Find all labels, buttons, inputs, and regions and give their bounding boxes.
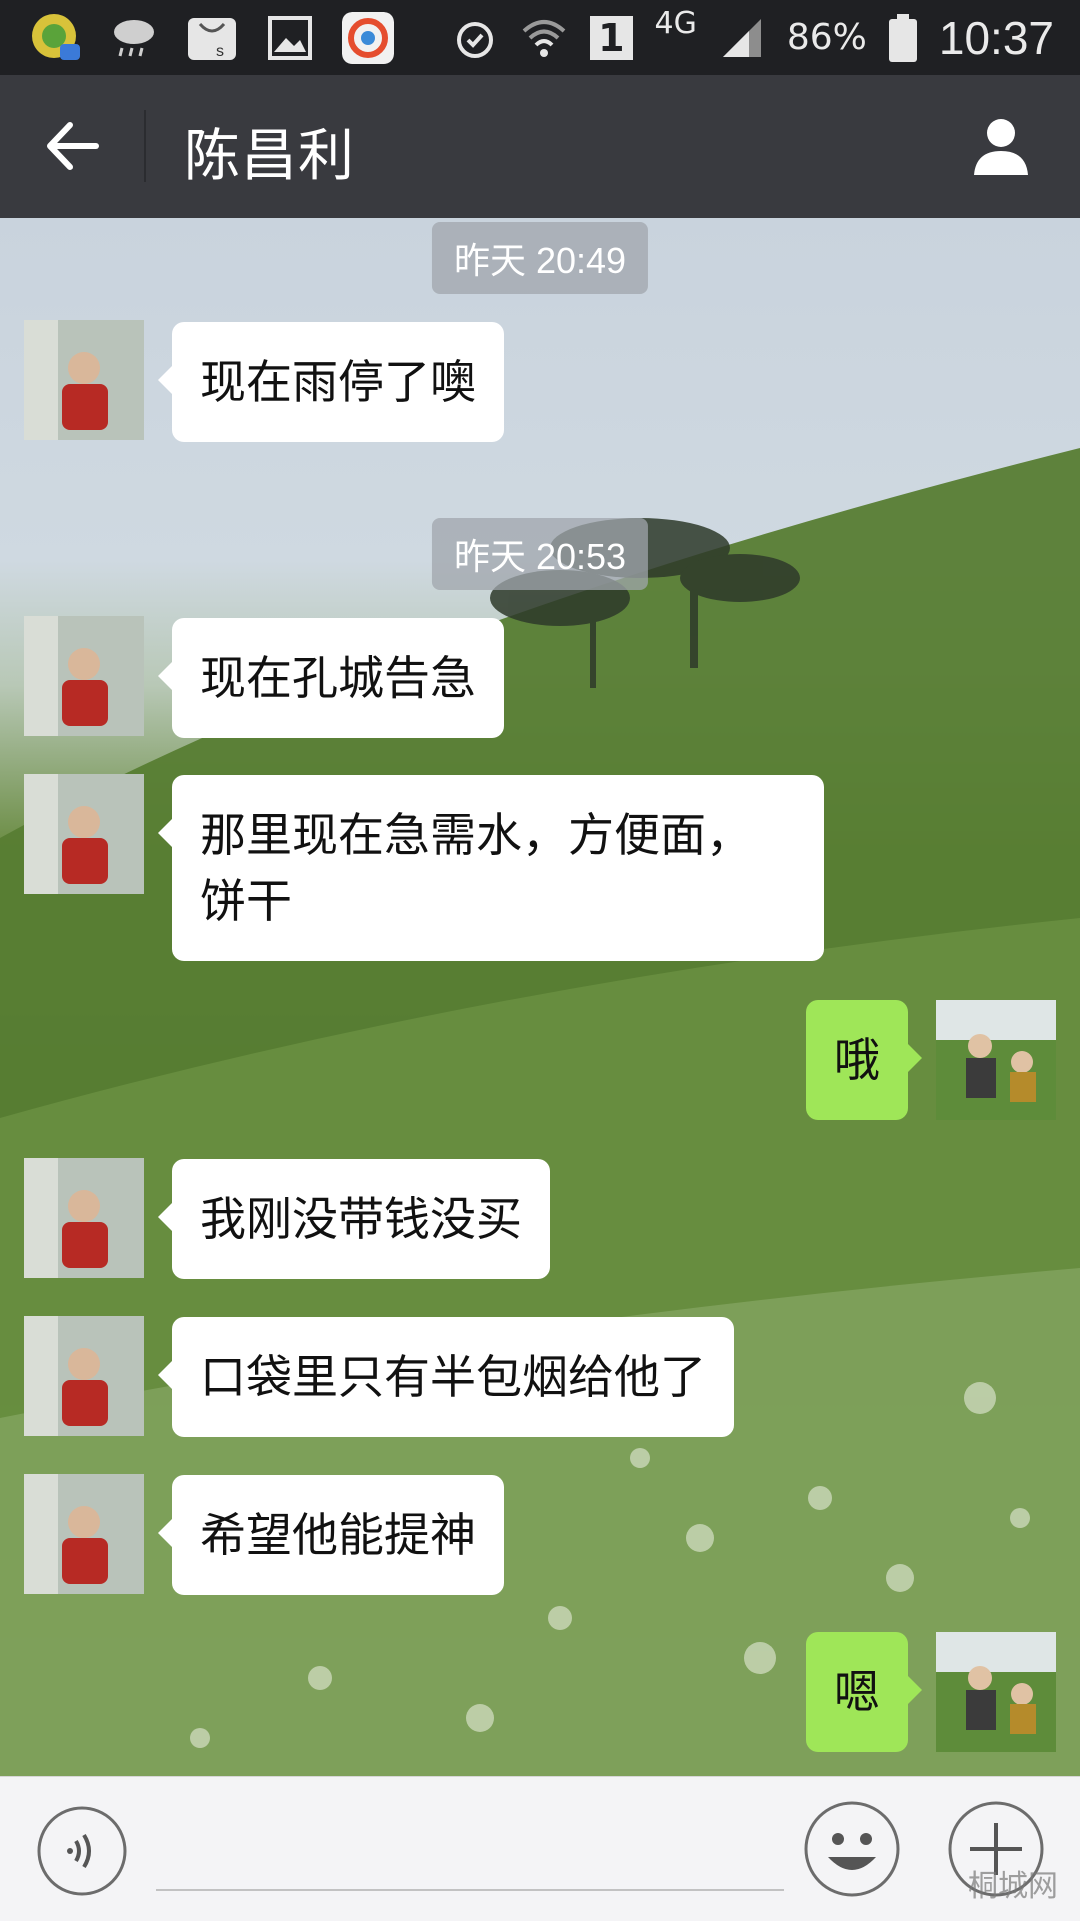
- message-bubble-incoming[interactable]: 那里现在急需水，方便面，饼干: [158, 775, 824, 961]
- chat-message-list[interactable]: 昨天 20:49 现在雨停了噢 昨天 20:53 现在孔城告急 那里现在急需水，…: [0, 218, 1080, 1776]
- timestamp-divider: 昨天 20:53: [431, 518, 649, 590]
- timestamp-divider: 昨天 20:49: [431, 222, 649, 294]
- battery-percent: 86%: [786, 17, 867, 58]
- contact-avatar[interactable]: [24, 320, 144, 440]
- battery-icon: [888, 13, 917, 62]
- chat-header: 陈昌利: [0, 75, 1080, 218]
- clock: 10:37: [938, 11, 1054, 64]
- contact-avatar[interactable]: [24, 1316, 144, 1436]
- message-bubble-incoming[interactable]: 希望他能提神: [158, 1475, 504, 1595]
- contact-avatar[interactable]: [24, 1474, 144, 1594]
- status-bar: s 1 4G 86% 10:37: [0, 0, 1080, 75]
- contact-avatar[interactable]: [24, 774, 144, 894]
- my-avatar[interactable]: [936, 1632, 1056, 1752]
- header-divider: [144, 110, 146, 182]
- contact-name: 陈昌利: [184, 124, 355, 189]
- contact-avatar[interactable]: [24, 1158, 144, 1278]
- site-watermark: 桐城网: [968, 1869, 1058, 1904]
- sim-slot-label: 1: [590, 15, 633, 60]
- input-bar: 桐城网: [0, 1776, 1080, 1921]
- message-bubble-outgoing[interactable]: 哦: [806, 1000, 922, 1120]
- message-input[interactable]: [156, 1807, 784, 1891]
- message-bubble-outgoing[interactable]: 嗯: [806, 1632, 922, 1752]
- voice-input-icon[interactable]: [36, 1805, 128, 1897]
- gallery-icon: [268, 16, 312, 60]
- notification-icons: s: [30, 10, 394, 66]
- browser-app-icon: [342, 12, 394, 64]
- rain-weather-icon: [114, 20, 154, 57]
- back-arrow-icon[interactable]: [40, 113, 106, 179]
- alarm-icon: [457, 21, 494, 58]
- wifi-icon: [522, 19, 566, 57]
- message-bubble-incoming[interactable]: 我刚没带钱没买: [158, 1159, 550, 1279]
- message-bubble-incoming[interactable]: 口袋里只有半包烟给他了: [158, 1317, 734, 1437]
- shopping-bag-icon: s: [188, 18, 236, 60]
- my-avatar[interactable]: [936, 1000, 1056, 1120]
- network-type: 4G: [654, 6, 697, 41]
- app-notification-icon: [32, 14, 80, 60]
- contact-profile-icon[interactable]: [968, 113, 1034, 179]
- message-bubble-incoming[interactable]: 现在孔城告急: [158, 618, 504, 738]
- system-status: 1 4G 86% 10:37: [452, 0, 1054, 75]
- message-bubble-incoming[interactable]: 现在雨停了噢: [158, 322, 504, 442]
- emoji-icon[interactable]: [802, 1799, 902, 1899]
- signal-icon: [722, 18, 761, 57]
- contact-avatar[interactable]: [24, 616, 144, 736]
- svg-text:s: s: [216, 43, 224, 60]
